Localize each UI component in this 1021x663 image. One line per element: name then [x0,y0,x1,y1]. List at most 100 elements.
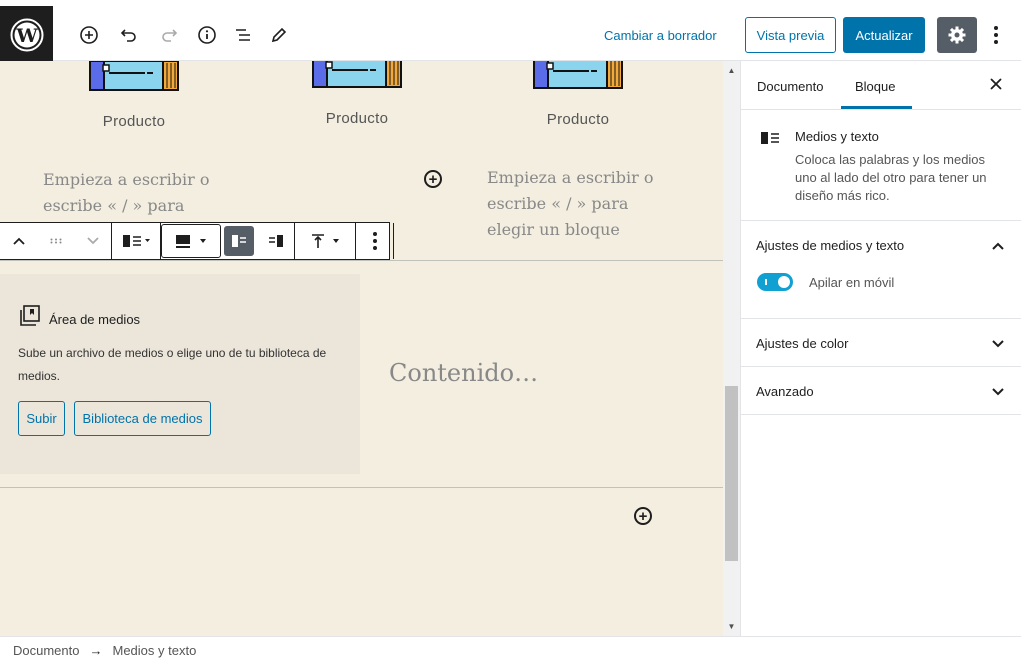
block-outline-top [0,260,723,261]
canvas-scrollbar[interactable]: ▲ ▼ [723,61,740,636]
editor-canvas[interactable]: Producto Producto Producto Empieza a esc… [0,61,723,636]
product-image [533,61,623,89]
scroll-up-arrow-icon[interactable]: ▲ [727,66,736,75]
switch-to-draft-link[interactable]: Cambiar a borrador [604,28,717,43]
plus-icon: + [428,170,438,188]
breadcrumb-item-media-text[interactable]: Medios y texto [112,643,196,658]
redo-button[interactable] [157,23,181,47]
product-column[interactable]: Producto [74,61,194,130]
list-view-icon [236,29,250,41]
more-menu-button[interactable] [986,23,1006,47]
product-label: Producto [325,110,389,127]
chevron-down-icon[interactable] [991,385,1005,399]
product-column[interactable]: Producto [518,61,638,128]
block-toolbar [0,222,394,260]
media-library-icon [20,305,40,326]
tools-button[interactable] [267,23,291,47]
alignment-group [295,223,356,259]
panel-advanced[interactable]: Avanzado [741,367,1021,415]
drag-handle[interactable] [37,223,74,259]
sidebar-tabs: Documento Bloque [741,61,1021,110]
content-placeholder[interactable]: Contenido… [389,359,538,387]
panel-title[interactable]: Avanzado [756,384,814,399]
block-options-button[interactable] [356,223,393,259]
close-icon [990,78,1002,90]
stack-on-mobile-toggle[interactable] [757,273,793,291]
fill-rectangle-icon [176,235,206,248]
settings-sidebar: Documento Bloque Medios y texto Coloca l… [740,61,1021,636]
chevron-up-icon[interactable] [991,239,1005,253]
upload-button[interactable]: Subir [18,401,65,436]
pull-right-icon [268,235,283,247]
product-illustration-icon [89,61,179,91]
undo-button[interactable] [117,23,141,47]
align-top-icon [312,234,339,248]
drag-handle-icon [50,238,61,244]
add-block-inline-button[interactable]: + [634,507,652,525]
product-label: Producto [546,111,610,128]
media-placeholder[interactable]: Área de medios Sube un archivo de medios… [0,274,360,474]
block-breadcrumb: Documento → Medios y texto [0,636,1021,663]
wordpress-logo-button[interactable]: W [0,6,53,64]
panel-title[interactable]: Ajustes de medios y texto [756,238,904,253]
tab-document[interactable]: Documento [757,79,823,94]
toggle-knob [778,276,790,288]
add-block-inline-button[interactable]: + [424,170,442,188]
update-button[interactable]: Actualizar [843,17,925,53]
paragraph-placeholder[interactable]: Empieza a escribir o escribe « / » para … [487,165,667,243]
panel-color-settings[interactable]: Ajustes de color [741,319,1021,367]
block-navigation-button[interactable] [231,23,255,47]
wordpress-logo-icon: W [10,18,43,52]
pull-left-icon [232,235,246,247]
block-mover-group [0,223,112,259]
media-area-description: Sube un archivo de medios o elige uno de… [18,346,327,383]
media-right-button[interactable] [257,223,294,259]
svg-text:W: W [15,25,38,47]
toggle-label[interactable]: Apilar en móvil [809,275,894,290]
chevron-up-icon [12,237,25,245]
more-vertical-icon [994,26,998,44]
move-down-button[interactable] [74,223,111,259]
panel-title[interactable]: Ajustes de color [756,336,849,351]
product-column[interactable]: Producto [297,61,417,127]
chevron-down-icon[interactable] [991,337,1005,351]
preview-button[interactable]: Vista previa [745,17,836,53]
settings-button[interactable] [937,17,977,53]
block-card-title: Medios y texto [795,129,879,144]
product-image [89,61,179,91]
move-up-button[interactable] [0,223,37,259]
chevron-down-icon [86,237,99,245]
block-options-group [356,223,394,259]
media-left-button[interactable] [224,226,254,256]
panel-media-text-settings: Ajustes de medios y texto Apilar en móvi… [741,221,1021,319]
gear-icon [948,26,966,44]
media-position-group [221,223,295,259]
scroll-down-arrow-icon[interactable]: ▼ [727,622,736,631]
plus-icon: + [638,507,648,525]
product-image [312,61,402,88]
block-card-description: Coloca las palabras y los medios uno al … [795,152,987,203]
toggle-on-indicator [765,279,767,285]
arrow-right-icon: → [89,642,103,658]
media-text-icon [123,235,150,247]
product-illustration-icon [312,61,402,88]
product-label: Producto [102,113,166,130]
active-tab-indicator [841,106,912,109]
vertical-alignment-dropdown[interactable] [295,223,355,259]
tab-block[interactable]: Bloque [855,79,895,94]
vertical-align-dropdown-group [161,223,221,259]
close-sidebar-button[interactable] [990,77,1002,95]
product-illustration-icon [533,61,623,89]
breadcrumb-item-document[interactable]: Documento [13,643,79,658]
add-block-button[interactable] [77,23,101,47]
plus-circle-icon [80,26,98,44]
scrollbar-thumb[interactable] [725,386,738,561]
block-card: Medios y texto Coloca las palabras y los… [741,110,1021,221]
pencil-icon [271,27,287,43]
media-area-title: Área de medios [49,312,141,327]
content-info-button[interactable] [195,23,219,47]
background-dropdown[interactable] [161,224,221,258]
media-text-icon [761,132,779,144]
block-type-switcher[interactable] [112,223,160,259]
media-library-button[interactable]: Biblioteca de medios [74,401,211,436]
